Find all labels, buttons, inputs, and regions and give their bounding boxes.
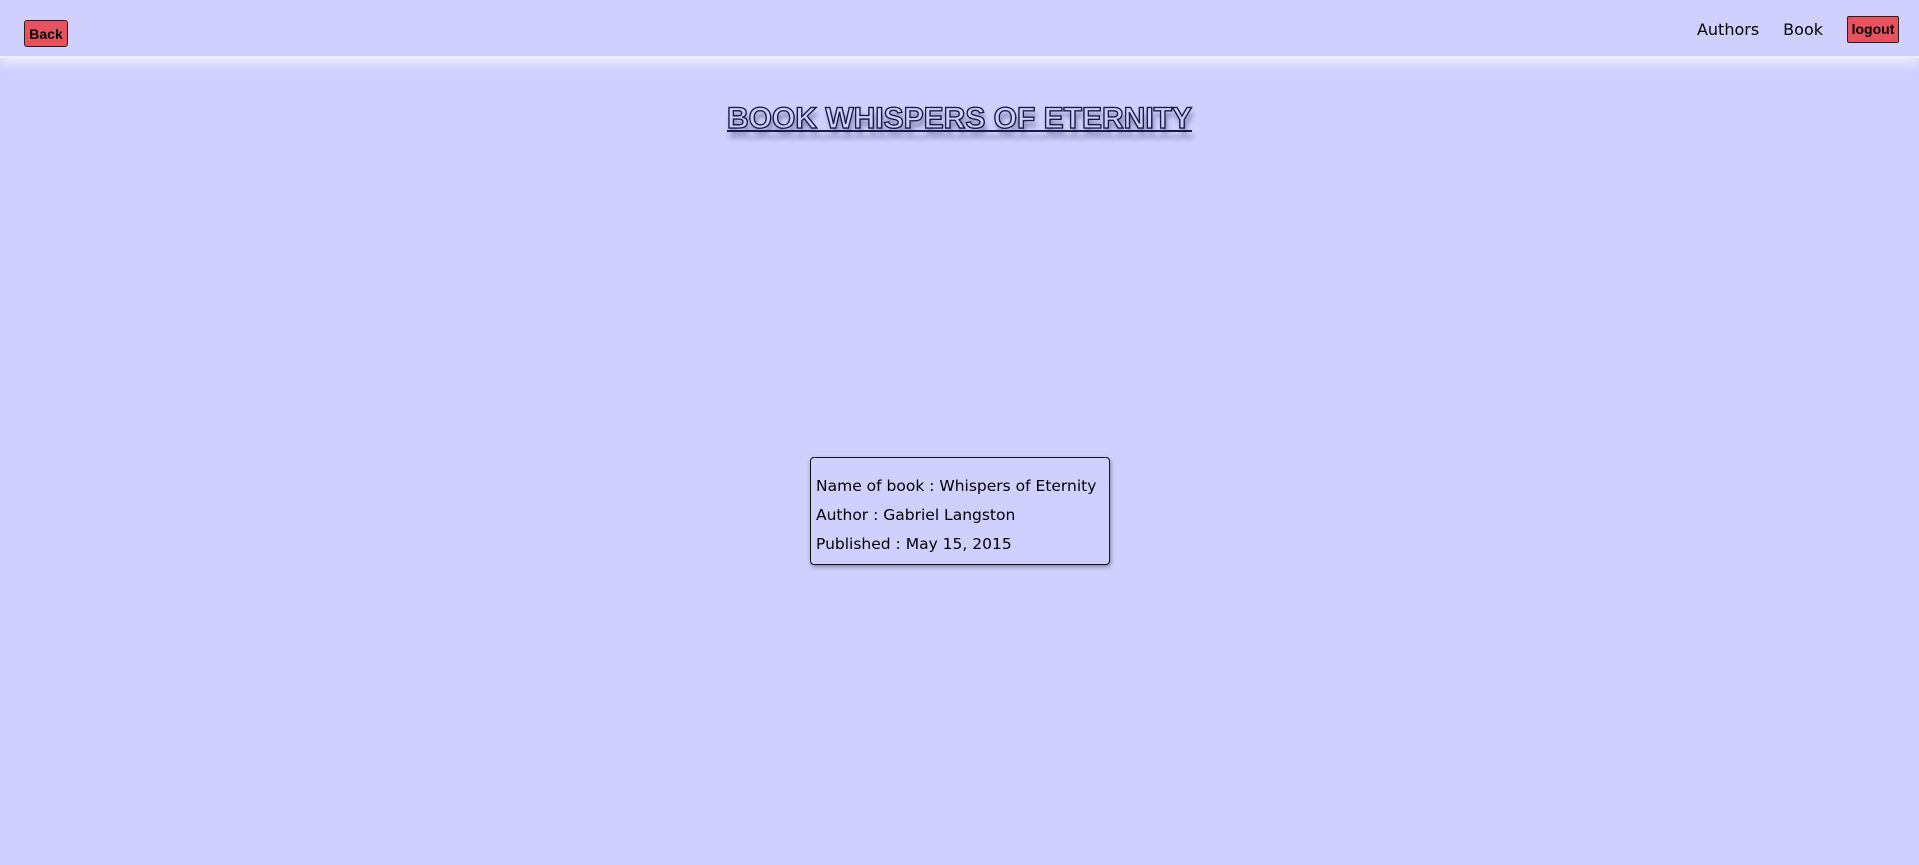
book-name-line: Name of book : Whispers of Eternity: [816, 477, 1097, 495]
page-title-container: BOOK WHISPERS OF ETERNITY: [0, 98, 1919, 136]
logout-button[interactable]: logout: [1847, 15, 1899, 43]
nav-links: Authors Book logout: [1697, 15, 1899, 43]
nav-link-authors[interactable]: Authors: [1697, 20, 1759, 39]
page-title: BOOK WHISPERS OF ETERNITY: [726, 101, 1193, 135]
book-author-line: Author : Gabriel Langston: [816, 506, 1016, 524]
top-navbar: Back Authors Book logout: [0, 0, 1919, 58]
nav-link-book[interactable]: Book: [1783, 20, 1823, 39]
book-published-line: Published : May 15, 2015: [816, 535, 1012, 553]
back-button[interactable]: Back: [24, 20, 68, 47]
book-details-card: Name of book : Whispers of Eternity Auth…: [810, 457, 1110, 565]
